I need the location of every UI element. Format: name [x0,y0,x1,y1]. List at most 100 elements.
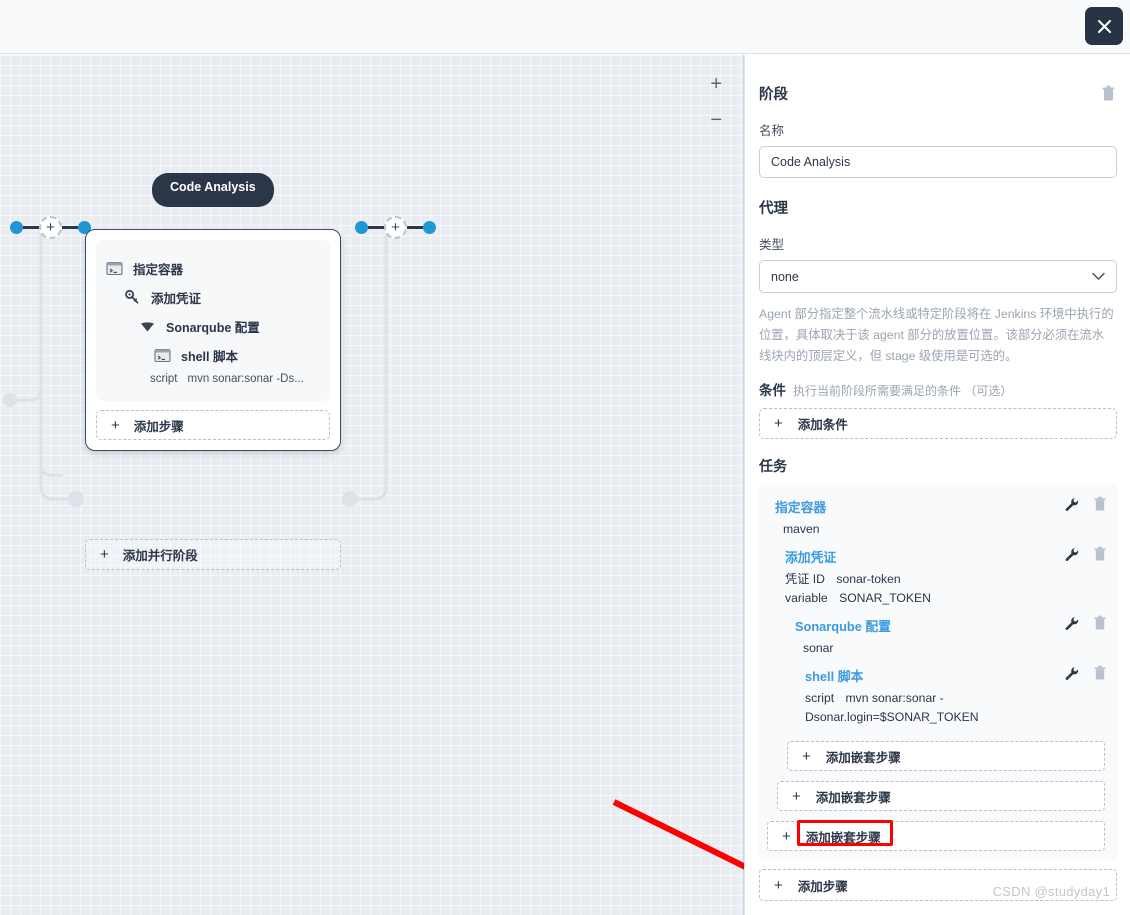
connector-wires [3,230,388,507]
task-row: Sonarqube 配置 sonar [759,612,1117,662]
plus-icon: + [111,416,120,434]
agent-heading: 代理 [759,201,788,217]
task-kv-row: 凭证 ID sonar-token [785,570,1117,589]
task-row: shell 脚本 script mvn sonar:sonar -Dsonar.… [759,662,1117,731]
plus-icon: + [802,747,811,765]
connector-dot-end [423,221,436,234]
step-sonarqube-config[interactable]: Sonarqube 配置 [139,312,320,341]
step-label: 指定容器 [133,263,184,277]
condition-section: 条件 执行当前阶段所需要满足的条件 （可选） [759,379,1116,399]
add-stage-right-button[interactable]: + [384,216,407,239]
step-label: Sonarqube 配置 [166,321,260,335]
task-kv-value: SONAR_TOKEN [839,591,931,605]
add-condition-button[interactable]: + 添加条件 [759,408,1117,439]
plus-icon: + [774,876,783,894]
add-parallel-stage-button[interactable]: + 添加并行阶段 [85,539,341,570]
name-field-label: 名称 [759,124,785,138]
stage-steps-list: 指定容器 添加凭证 Sonarqube 配置 shell 脚本 script m… [96,240,330,401]
task-kv-key: script [805,691,835,705]
task-kv-key: sonar [803,641,834,655]
task-actions [1064,615,1107,631]
add-step-label: 添加步骤 [133,419,184,434]
plus-icon: + [774,415,783,432]
trash-icon[interactable] [1093,665,1107,681]
task-kv-row: script mvn sonar:sonar -Dsonar.login=$SO… [805,689,1117,727]
add-nested-step-label: 添加嵌套步骤 [805,830,881,845]
step-script-value-row: script mvn sonar:sonar -Ds... [150,373,320,385]
script-value: mvn sonar:sonar -Ds... [187,373,304,385]
add-nested-step-button-2[interactable]: + 添加嵌套步骤 [777,781,1105,811]
panel-header: 阶段 [759,83,1116,104]
stage-name-input[interactable] [759,146,1117,178]
step-label: shell 脚本 [181,350,238,364]
wrench-icon[interactable] [1064,497,1079,512]
add-stage-left-button[interactable]: + [39,216,62,239]
connector-bar [368,226,384,229]
task-actions [1064,665,1107,681]
panel-title: 阶段 [759,87,788,103]
zoom-out-button[interactable]: − [710,110,722,130]
plus-icon: + [792,787,801,805]
step-shell-script[interactable]: shell 脚本 [154,341,320,370]
key-icon [125,289,139,304]
trash-icon[interactable] [1093,546,1107,562]
add-nested-step-button-1[interactable]: + 添加嵌套步骤 [787,741,1105,771]
step-specify-container[interactable]: 指定容器 [106,254,320,283]
zoom-in-button[interactable]: + [710,74,722,94]
canvas-add-step-button[interactable]: + 添加步骤 [96,410,330,440]
task-actions [1064,546,1107,562]
terminal-icon [106,261,123,276]
close-button[interactable] [1085,7,1123,45]
task-kv-row: maven [775,520,1117,539]
tasks-list: 指定容器 maven 添加凭证 凭证 ID sonar-token variab… [759,485,1117,859]
sonarqube-icon [141,322,154,332]
task-kv-key: variable [785,591,828,605]
trash-icon[interactable] [1093,496,1107,512]
connector-bar [407,226,423,229]
wrench-icon[interactable] [1064,616,1079,631]
stage-node-card: 指定容器 添加凭证 Sonarqube 配置 shell 脚本 script m… [85,229,341,451]
close-icon [1097,19,1111,33]
script-key: script [150,373,178,385]
add-parallel-stage-label: 添加并行阶段 [122,549,198,563]
step-add-credential[interactable]: 添加凭证 [124,283,320,312]
panel-add-step-button[interactable]: + 添加步骤 [759,869,1117,901]
top-bar [0,0,1130,54]
highlighted-target: 添加嵌套步骤 [796,819,893,846]
task-row: 指定容器 maven [759,493,1117,543]
left-connector-group: + [10,216,91,239]
connector-dot-start [10,221,23,234]
agent-type-select[interactable]: none [759,260,1117,293]
tasks-heading: 任务 [759,458,787,474]
add-nested-step-label: 添加嵌套步骤 [815,790,891,805]
task-kv-key: maven [783,522,820,536]
connector-bar [62,226,78,229]
wrench-icon[interactable] [1064,666,1079,681]
condition-heading: 条件 [759,383,786,398]
add-nested-step-label: 添加嵌套步骤 [825,750,901,765]
chevron-down-icon [1092,272,1105,281]
plus-icon: + [782,827,791,845]
type-field-label: 类型 [759,238,785,252]
add-step-label: 添加步骤 [797,879,848,894]
zoom-controls: + − [710,74,722,130]
task-kv-row: variable SONAR_TOKEN [785,589,1117,608]
task-kv-key: 凭证 ID [785,572,825,586]
pipeline-canvas[interactable]: + − + + Code Analysis 指定容器 添加凭证 Sonarqub… [0,55,744,915]
terminal-icon [154,348,171,363]
trash-icon[interactable] [1093,615,1107,631]
task-row: 添加凭证 凭证 ID sonar-token variable SONAR_TO… [759,543,1117,612]
agent-description: Agent 部分指定整个流水线或特定阶段将在 Jenkins 环境中执行的位置，… [759,307,1114,363]
wrench-icon[interactable] [1064,547,1079,562]
stage-node-title[interactable]: Code Analysis [152,173,274,207]
jenkins-pipeline-editor: + − + + Code Analysis 指定容器 添加凭证 Sonarqub… [0,0,1130,915]
right-connector-group: + [355,216,436,239]
add-nested-step-button-3[interactable]: + 添加嵌套步骤 [767,819,1105,851]
stage-settings-panel: 阶段 名称 代理 类型 none Agent 部分指定整个流水线或特定阶段将在 … [744,55,1130,915]
task-kv-row: sonar [795,639,1117,658]
trash-icon[interactable] [1101,85,1116,102]
task-actions [1064,496,1107,512]
add-condition-label: 添加条件 [797,418,848,432]
plus-icon: + [100,546,109,563]
connector-dot-start [355,221,368,234]
